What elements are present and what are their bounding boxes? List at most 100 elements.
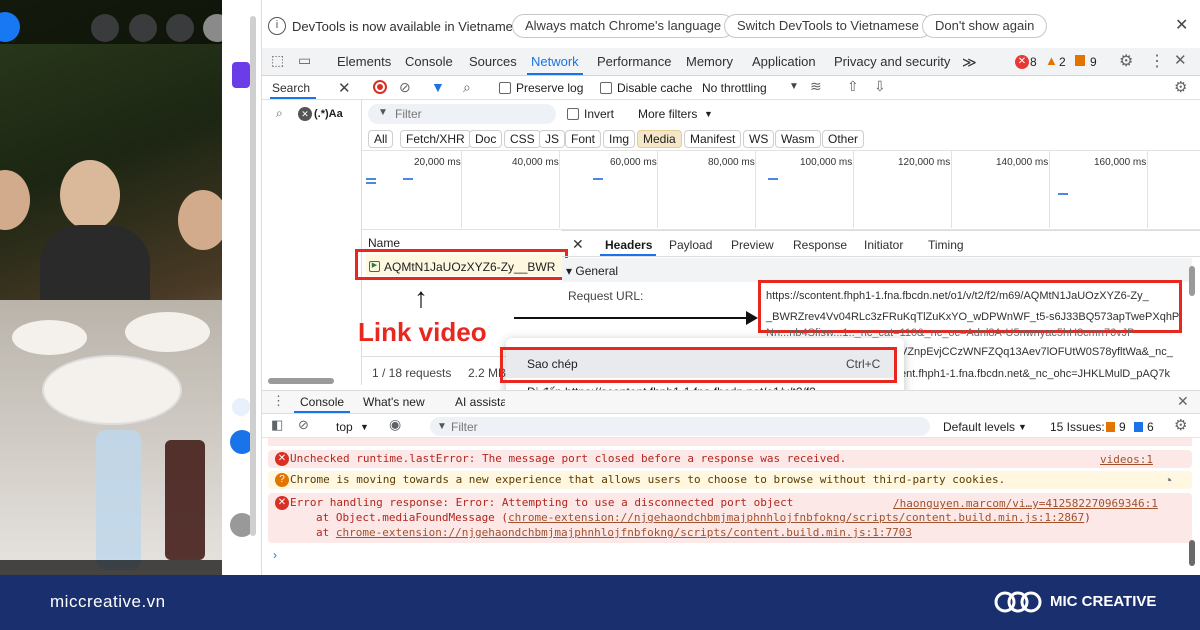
filter-css[interactable]: CSS — [504, 130, 541, 148]
console-message[interactable]: Chrome is moving towards a new experienc… — [268, 471, 1192, 489]
stack-link[interactable]: chrome-extension://njgehaondchbmjmajphnh… — [508, 511, 1084, 524]
close-drawer-icon[interactable]: ✕ — [1177, 393, 1189, 410]
record-icon[interactable] — [373, 80, 387, 94]
tab-performance[interactable]: Performance — [597, 54, 671, 69]
regex-case-toggles[interactable]: (.*)Aa — [314, 108, 343, 120]
issues-label[interactable]: 15 Issues: — [1050, 420, 1105, 434]
notifications-icon[interactable] — [166, 14, 194, 42]
filter-doc[interactable]: Doc — [469, 130, 503, 148]
tab-memory[interactable]: Memory — [686, 54, 733, 69]
tab-initiator[interactable]: Initiator — [864, 238, 903, 252]
dont-show-again-button[interactable]: Don't show again — [922, 14, 1048, 38]
context-select[interactable]: top — [336, 420, 353, 434]
app-icon[interactable] — [232, 62, 250, 88]
drawer-tab-ai[interactable]: AI assistance — [455, 395, 505, 409]
tab-payload[interactable]: Payload — [669, 238, 712, 252]
filter-other[interactable]: Other — [822, 130, 865, 148]
tab-preview[interactable]: Preview — [731, 238, 774, 252]
tab-elements[interactable]: Elements — [337, 54, 391, 69]
console-filter-input[interactable]: Filter — [451, 420, 478, 434]
log-levels-select[interactable]: Default levels — [943, 420, 1015, 434]
scrollbar[interactable] — [250, 16, 256, 536]
tab-headers[interactable]: Headers — [605, 238, 652, 252]
filter-font[interactable]: Font — [565, 130, 602, 148]
filter-img[interactable]: Img — [603, 130, 636, 148]
drawer-menu-icon[interactable]: ⋮ — [272, 393, 285, 409]
warning-count[interactable]: 2 — [1059, 55, 1066, 69]
drawer-tab-console[interactable]: Console — [300, 395, 344, 409]
clear-icon[interactable]: ⊘ — [399, 79, 411, 96]
filter-js[interactable]: JS — [539, 130, 566, 148]
console-filter-box[interactable] — [430, 417, 930, 436]
tab-network[interactable]: Network — [531, 54, 579, 69]
clear-search-icon[interactable]: ✕ — [298, 107, 312, 121]
settings-gear-icon[interactable]: ⚙ — [1119, 51, 1133, 71]
name-column-header[interactable]: Name — [368, 236, 400, 250]
switch-language-button[interactable]: Switch DevTools to Vietnamese — [724, 14, 932, 38]
drawer-tab-whats-new[interactable]: What's new — [363, 395, 425, 409]
message-source-link[interactable]: /haonguyen.marcom/vi…y=412582270969346:1 — [893, 497, 1183, 510]
network-overview-timeline[interactable] — [362, 150, 1200, 230]
video-frame[interactable] — [0, 0, 222, 575]
invert-checkbox[interactable] — [567, 108, 579, 120]
close-infobar-icon[interactable]: ✕ — [1175, 15, 1188, 35]
inspect-element-icon[interactable]: ⬚ — [271, 52, 284, 69]
filter-manifest[interactable]: Manifest — [684, 130, 742, 148]
tab-privacy-security[interactable]: Privacy and security — [834, 54, 950, 69]
more-tabs-icon[interactable]: ≫ — [962, 54, 977, 71]
messenger-icon[interactable] — [129, 14, 157, 42]
console-scrollbar[interactable] — [1189, 540, 1195, 566]
issues-count[interactable]: 9 — [1090, 55, 1097, 69]
console-settings-icon[interactable]: ⚙ — [1174, 416, 1187, 434]
device-toolbar-icon[interactable]: ▭ — [298, 52, 311, 69]
disable-cache-checkbox[interactable] — [600, 82, 612, 94]
group-icon[interactable] — [232, 398, 250, 416]
message-source-link[interactable]: videos:1 — [1100, 453, 1153, 466]
match-language-button[interactable]: Always match Chrome's language — [512, 14, 735, 38]
console-prompt-icon[interactable]: › — [273, 548, 277, 562]
close-devtools-icon[interactable]: ✕ — [1174, 51, 1187, 69]
menu-grid-icon[interactable] — [91, 14, 119, 42]
throttling-select[interactable]: No throttling — [702, 81, 767, 95]
search-panel-title[interactable]: Search — [272, 81, 310, 95]
close-search-icon[interactable]: ✕ — [338, 79, 351, 97]
filter-ws[interactable]: WS — [743, 130, 775, 148]
general-section-header[interactable] — [562, 258, 1192, 282]
filter-fetch-xhr[interactable]: Fetch/XHR — [400, 130, 471, 148]
import-har-icon[interactable]: ⇧ — [847, 78, 859, 95]
video-controls[interactable] — [0, 560, 222, 575]
network-settings-icon[interactable]: ⚙ — [1174, 78, 1187, 96]
network-conditions-icon[interactable]: ≋ — [810, 78, 822, 95]
filter-all[interactable]: All — [368, 130, 394, 148]
filter-media[interactable]: Media — [637, 130, 682, 148]
tab-response[interactable]: Response — [793, 238, 847, 252]
stack-link[interactable]: chrome-extension://njgehaondchbmjmajphnh… — [336, 526, 912, 539]
filter-funnel-icon[interactable]: ▼ — [431, 79, 445, 95]
tab-application[interactable]: Application — [752, 54, 816, 69]
tab-console[interactable]: Console — [405, 54, 453, 69]
preserve-log-checkbox[interactable] — [499, 82, 511, 94]
vertical-scrollbar[interactable] — [1189, 266, 1195, 296]
more-options-icon[interactable]: ⋮ — [1149, 51, 1165, 71]
issues-error-count[interactable]: 9 — [1119, 420, 1126, 434]
search-icon[interactable]: ⌕ — [463, 79, 471, 96]
chevron-down-icon[interactable]: ▼ — [360, 422, 369, 432]
eye-icon[interactable]: ◉ — [389, 416, 401, 433]
tab-timing[interactable]: Timing — [928, 238, 964, 252]
clear-console-icon[interactable]: ⊘ — [298, 417, 309, 433]
filter-input[interactable]: Filter — [395, 107, 422, 121]
cookie-icon[interactable]: ◔ — [1164, 472, 1172, 488]
chevron-down-icon[interactable]: ▼ — [1018, 422, 1027, 432]
sidebar-toggle-icon[interactable]: ◧ — [271, 417, 283, 433]
console-message[interactable]: Unchecked runtime.lastError: The message… — [268, 450, 1192, 468]
more-filters-dropdown[interactable]: More filters — [638, 107, 697, 121]
issues-warn-count[interactable]: 6 — [1147, 420, 1154, 434]
tab-sources[interactable]: Sources — [469, 54, 517, 69]
chevron-down-icon[interactable]: ▼ — [789, 81, 799, 92]
chevron-down-icon[interactable]: ▼ — [704, 109, 713, 119]
horizontal-scrollbar[interactable] — [268, 378, 334, 384]
error-count[interactable]: 8 — [1030, 55, 1037, 69]
close-details-icon[interactable]: ✕ — [572, 236, 584, 253]
general-section-label[interactable]: ▾ General — [566, 264, 618, 278]
filter-wasm[interactable]: Wasm — [775, 130, 821, 148]
